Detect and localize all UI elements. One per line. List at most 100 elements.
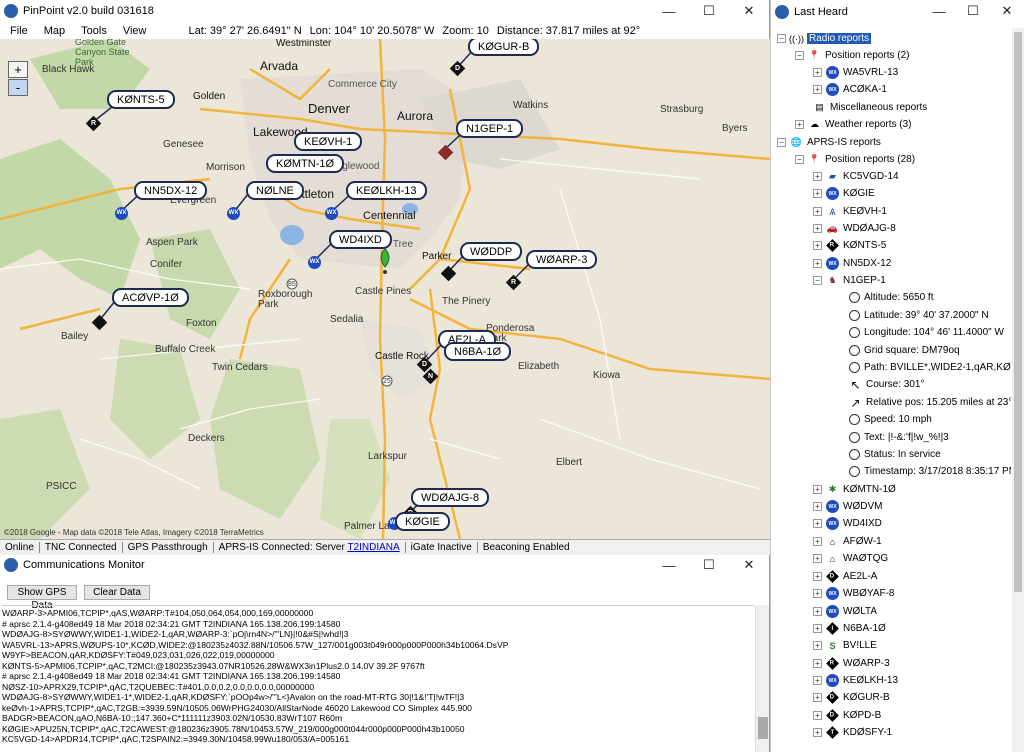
minimize-button[interactable]: —: [922, 0, 956, 22]
tree-node-station[interactable]: + ⌂ WAØTQG: [813, 550, 888, 567]
expand-icon[interactable]: +: [813, 259, 822, 268]
station-callout[interactable]: WØARP-3: [526, 250, 598, 269]
station-callout[interactable]: KEØLKH-13: [346, 181, 427, 200]
expand-icon[interactable]: +: [813, 502, 822, 511]
main-titlebar[interactable]: PinPoint v2.0 build 031618 — ☐ ✕: [0, 0, 769, 22]
expand-icon[interactable]: +: [813, 519, 822, 528]
station-callout[interactable]: KØGIE: [395, 512, 450, 531]
tree-node-position-reports[interactable]: − 📍 Position reports (28): [795, 151, 915, 168]
tree-node-radio-reports[interactable]: − ((·)) Radio reports: [777, 30, 872, 47]
tree-node-station[interactable]: + WX ACØKA-1: [813, 81, 887, 98]
minimize-button[interactable]: —: [649, 555, 689, 575]
minimize-button[interactable]: —: [649, 0, 689, 22]
expand-icon[interactable]: +: [813, 241, 822, 250]
tree-node-station[interactable]: + WX WØLTA: [813, 603, 877, 620]
wx-station-marker[interactable]: WX: [325, 207, 338, 220]
tree-node-station[interactable]: + S BV!LLE: [813, 637, 877, 654]
expand-icon[interactable]: +: [813, 68, 822, 77]
station-marker[interactable]: R: [85, 115, 102, 132]
expand-icon[interactable]: +: [813, 207, 822, 216]
close-button[interactable]: ✕: [729, 555, 769, 575]
server-link[interactable]: T2INDIANA: [347, 542, 399, 553]
last-heard-tree[interactable]: − ((·)) Radio reports − 📍 Position repor…: [771, 28, 1011, 752]
tree-node-position-reports[interactable]: − 📍 Position reports (2): [795, 47, 909, 64]
collapse-icon[interactable]: −: [777, 34, 786, 43]
collapse-icon[interactable]: −: [777, 138, 786, 147]
collapse-icon[interactable]: −: [813, 276, 822, 285]
tree-node-misc-reports[interactable]: ▤ Miscellaneous reports: [808, 99, 927, 116]
tree-node-station[interactable]: + D KØPD-B: [813, 707, 881, 724]
station-callout[interactable]: KØMTN-1Ø: [266, 154, 345, 173]
station-callout[interactable]: ACØVP-1Ø: [112, 288, 189, 307]
tree-node-station[interactable]: + R KØNTS-5: [813, 237, 886, 254]
collapse-icon[interactable]: −: [795, 51, 804, 60]
expand-icon[interactable]: +: [813, 554, 822, 563]
station-callout[interactable]: WD4IXD: [329, 230, 392, 249]
tree-node-station[interactable]: + T KDØSFY-1: [813, 724, 892, 741]
station-callout[interactable]: KØNTS-5: [107, 90, 175, 109]
expand-icon[interactable]: +: [813, 85, 822, 94]
station-callout[interactable]: N1GEP-1: [456, 119, 524, 138]
tree-node-aprsis-reports[interactable]: − 🌐 APRS-IS reports: [777, 134, 881, 151]
maximize-button[interactable]: ☐: [956, 0, 990, 22]
expand-icon[interactable]: +: [813, 676, 822, 685]
expand-icon[interactable]: +: [813, 711, 822, 720]
station-callout[interactable]: WØDDP: [460, 242, 523, 261]
station-callout[interactable]: N6BA-1Ø: [444, 342, 512, 361]
wx-station-marker[interactable]: WX: [115, 207, 128, 220]
maximize-button[interactable]: ☐: [689, 0, 729, 22]
wx-station-marker[interactable]: WX: [308, 256, 321, 269]
tree-node-weather-reports[interactable]: + ☁ Weather reports (3): [795, 116, 912, 133]
tree-node-station[interactable]: + I N6BA-1Ø: [813, 620, 886, 637]
tree-node-station[interactable]: + ▰ KC5VGD-14: [813, 168, 899, 185]
zoom-out-button[interactable]: -: [8, 79, 28, 96]
expand-icon[interactable]: +: [813, 485, 822, 494]
station-marker[interactable]: D: [449, 60, 466, 77]
tree-node-station[interactable]: + ✱ KØMTN-1Ø: [813, 481, 896, 498]
expand-icon[interactable]: +: [813, 572, 822, 581]
station-marker[interactable]: [91, 314, 108, 331]
tree-node-station[interactable]: + D KØGUR-B: [813, 689, 890, 706]
tree-node-station[interactable]: + WX NN5DX-12: [813, 255, 891, 272]
comm-titlebar[interactable]: Communications Monitor — ☐ ✕: [0, 555, 769, 575]
scroll-thumb[interactable]: [1014, 32, 1022, 592]
station-marker[interactable]: R: [505, 274, 522, 291]
menu-file[interactable]: File: [10, 25, 28, 37]
comm-scrollbar[interactable]: [755, 605, 769, 752]
tree-node-station[interactable]: + WX WD4IXD: [813, 515, 882, 532]
expand-icon[interactable]: +: [795, 120, 804, 129]
expand-icon[interactable]: +: [813, 537, 822, 546]
tree-node-station[interactable]: + WX KEØLKH-13: [813, 672, 898, 689]
tree-node-station[interactable]: + WX WØDVM: [813, 498, 882, 515]
vehicle-marker[interactable]: [437, 144, 454, 161]
expand-icon[interactable]: +: [813, 224, 822, 233]
station-callout[interactable]: WDØAJG-8: [411, 488, 490, 507]
station-callout[interactable]: KØGUR-B: [468, 39, 540, 56]
zoom-in-button[interactable]: +: [8, 61, 28, 78]
expand-icon[interactable]: +: [813, 728, 822, 737]
expand-icon[interactable]: +: [813, 172, 822, 181]
clear-data-button[interactable]: Clear Data: [84, 585, 150, 600]
collapse-icon[interactable]: −: [795, 155, 804, 164]
expand-icon[interactable]: +: [813, 659, 822, 668]
expand-icon[interactable]: +: [813, 189, 822, 198]
station-callout[interactable]: KEØVH-1: [294, 132, 363, 151]
expand-icon[interactable]: +: [813, 624, 822, 633]
show-gps-data-button[interactable]: Show GPS Data: [7, 585, 77, 611]
tree-node-station[interactable]: + ⌂ AFØW-1: [813, 533, 882, 550]
comm-log[interactable]: WØARP-3>APMI06,TCPIP*,qAS,WØARP:T#104,05…: [2, 605, 754, 750]
close-button[interactable]: ✕: [729, 0, 769, 22]
maximize-button[interactable]: ☐: [689, 555, 729, 575]
station-marker[interactable]: N: [422, 368, 439, 385]
tree-scrollbar[interactable]: [1012, 28, 1024, 752]
expand-icon[interactable]: +: [813, 693, 822, 702]
tree-node-station[interactable]: + WX KØGIE: [813, 185, 875, 202]
tree-node-station[interactable]: + R WØARP-3: [813, 655, 890, 672]
tree-node-station[interactable]: + WX WA5VRL-13: [813, 64, 898, 81]
tree-node-station-expanded[interactable]: − ♞ N1GEP-1: [813, 272, 886, 289]
station-callout[interactable]: NN5DX-12: [134, 181, 208, 200]
expand-icon[interactable]: +: [813, 607, 822, 616]
tree-node-station[interactable]: + WX WBØYAF-8: [813, 585, 894, 602]
station-callout[interactable]: NØLNE: [246, 181, 304, 200]
menu-map[interactable]: Map: [44, 25, 65, 37]
